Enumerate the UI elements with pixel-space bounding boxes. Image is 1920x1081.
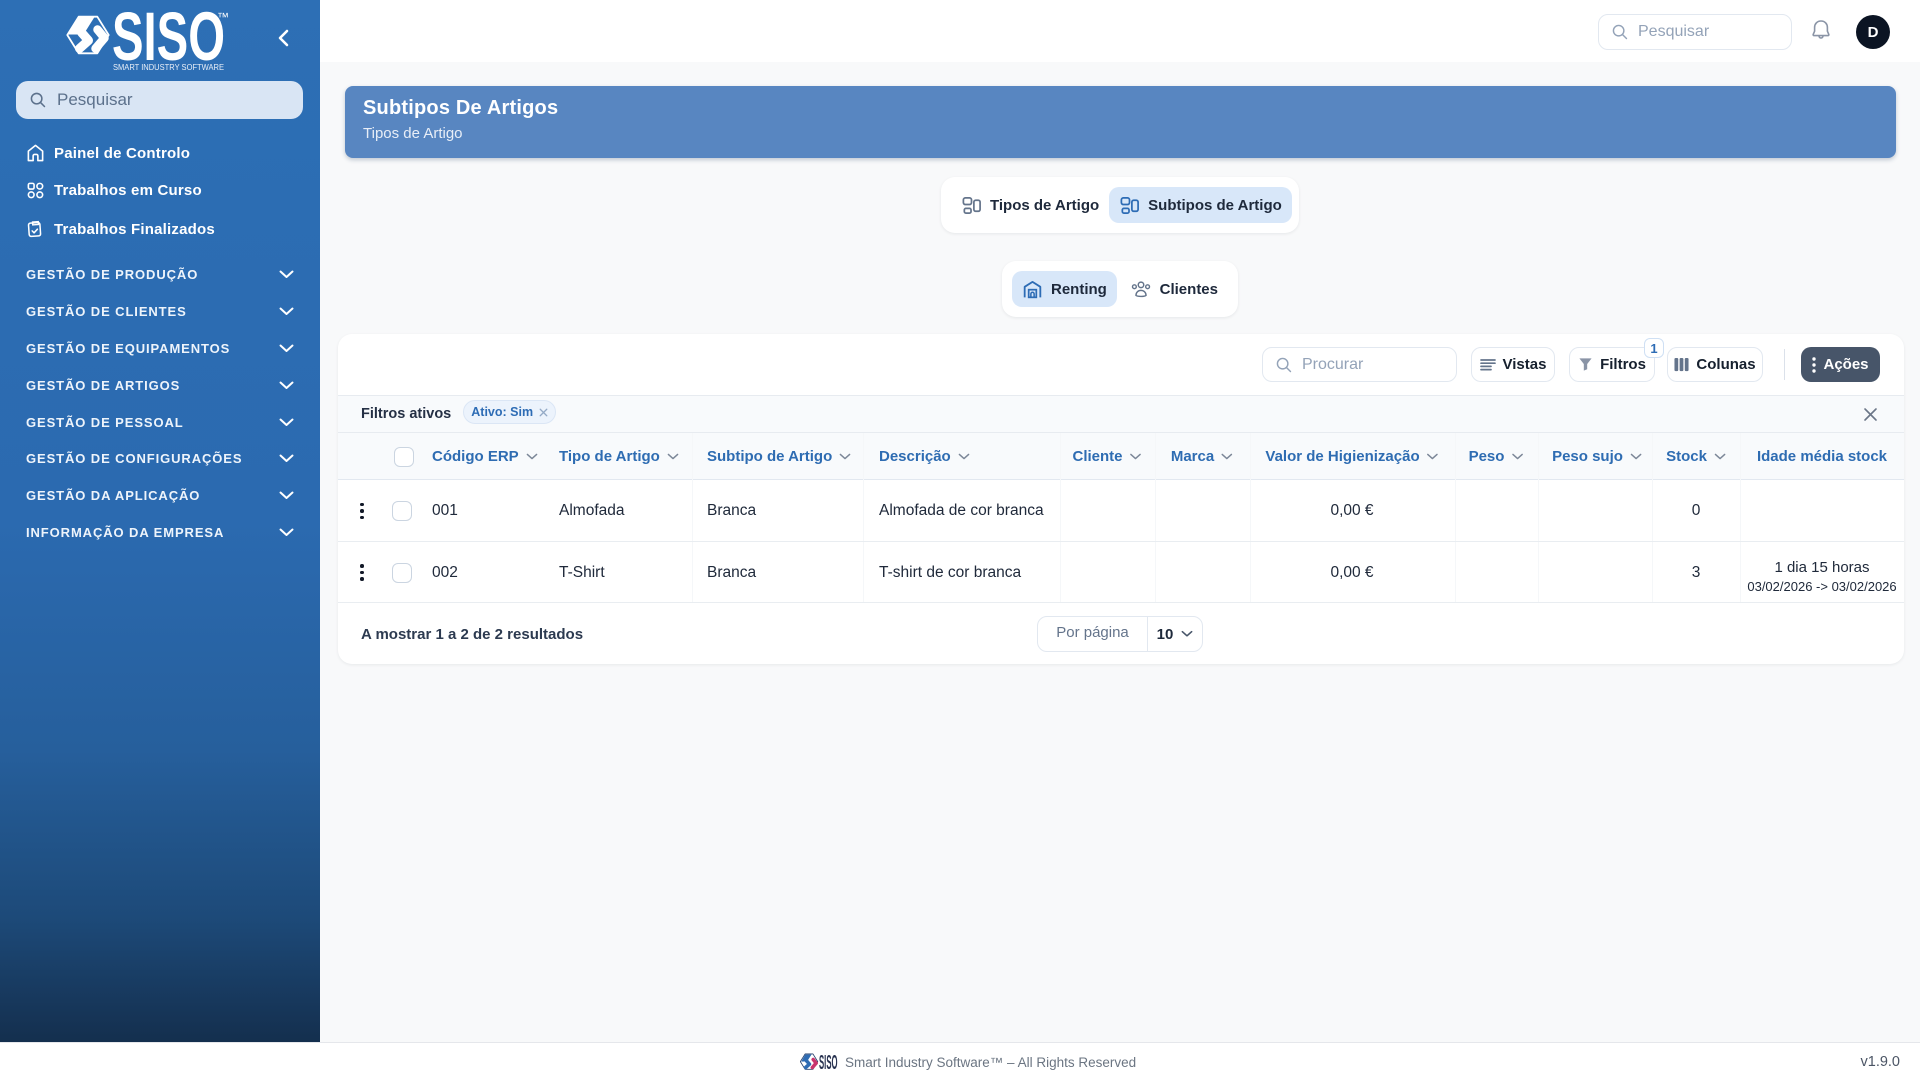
svg-text:SMART INDUSTRY SOFTWARE: SMART INDUSTRY SOFTWARE: [113, 62, 224, 72]
svg-text:™: ™: [217, 10, 229, 24]
svg-text:SISO: SISO: [819, 1052, 838, 1074]
